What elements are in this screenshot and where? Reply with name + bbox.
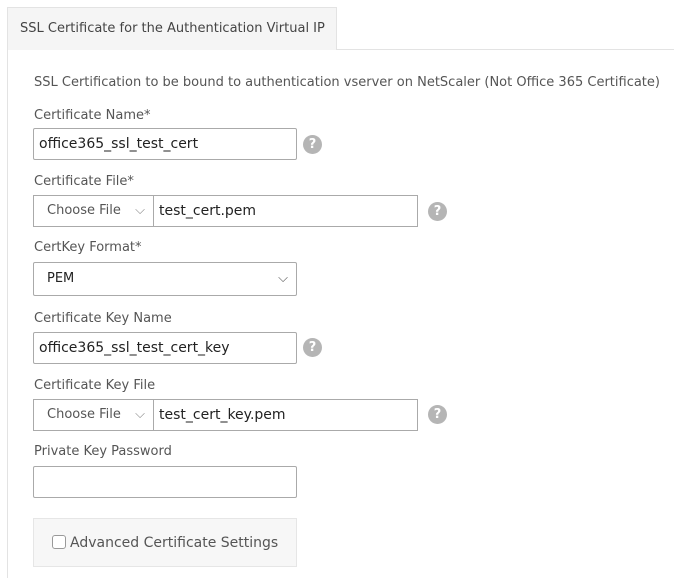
choose-file-label: Choose File [47,203,121,218]
cert-key-file-choose-button[interactable]: Choose File ⌵ [33,399,154,431]
cert-file-label: Certificate File* [34,174,134,189]
cert-key-file-name[interactable]: test_cert_key.pem [153,399,418,431]
chevron-down-icon: ⌵ [135,203,145,218]
divider [337,49,674,50]
help-icon[interactable]: ? [428,405,447,424]
certkey-format-select[interactable]: PEM ⌵ [33,262,297,296]
chevron-down-icon: ⌵ [135,407,145,422]
cert-name-input[interactable]: office365_ssl_test_cert [33,128,297,160]
choose-file-label: Choose File [47,407,121,422]
private-key-password-input[interactable] [33,466,297,498]
advanced-settings-box: Advanced Certificate Settings [33,518,297,567]
section-description: SSL Certification to be bound to authent… [34,75,660,90]
help-icon[interactable]: ? [303,338,322,357]
advanced-settings-checkbox[interactable] [52,535,66,549]
cert-key-name-input[interactable]: office365_ssl_test_cert_key [33,332,297,364]
advanced-settings-label[interactable]: Advanced Certificate Settings [70,535,278,551]
chevron-down-icon: ⌵ [278,271,288,286]
cert-key-file-label: Certificate Key File [34,378,156,393]
cert-file-name[interactable]: test_cert.pem [153,195,418,227]
cert-file-choose-button[interactable]: Choose File ⌵ [33,195,154,227]
certkey-format-value: PEM [47,271,75,286]
private-key-password-label: Private Key Password [34,444,172,459]
panel-border [7,50,8,578]
help-icon[interactable]: ? [303,135,322,154]
tab-ssl-certificate[interactable]: SSL Certificate for the Authentication V… [7,7,337,50]
cert-key-name-label: Certificate Key Name [34,311,172,326]
help-icon[interactable]: ? [428,202,447,221]
cert-name-label: Certificate Name* [34,108,151,123]
certkey-format-label: CertKey Format* [34,240,142,255]
